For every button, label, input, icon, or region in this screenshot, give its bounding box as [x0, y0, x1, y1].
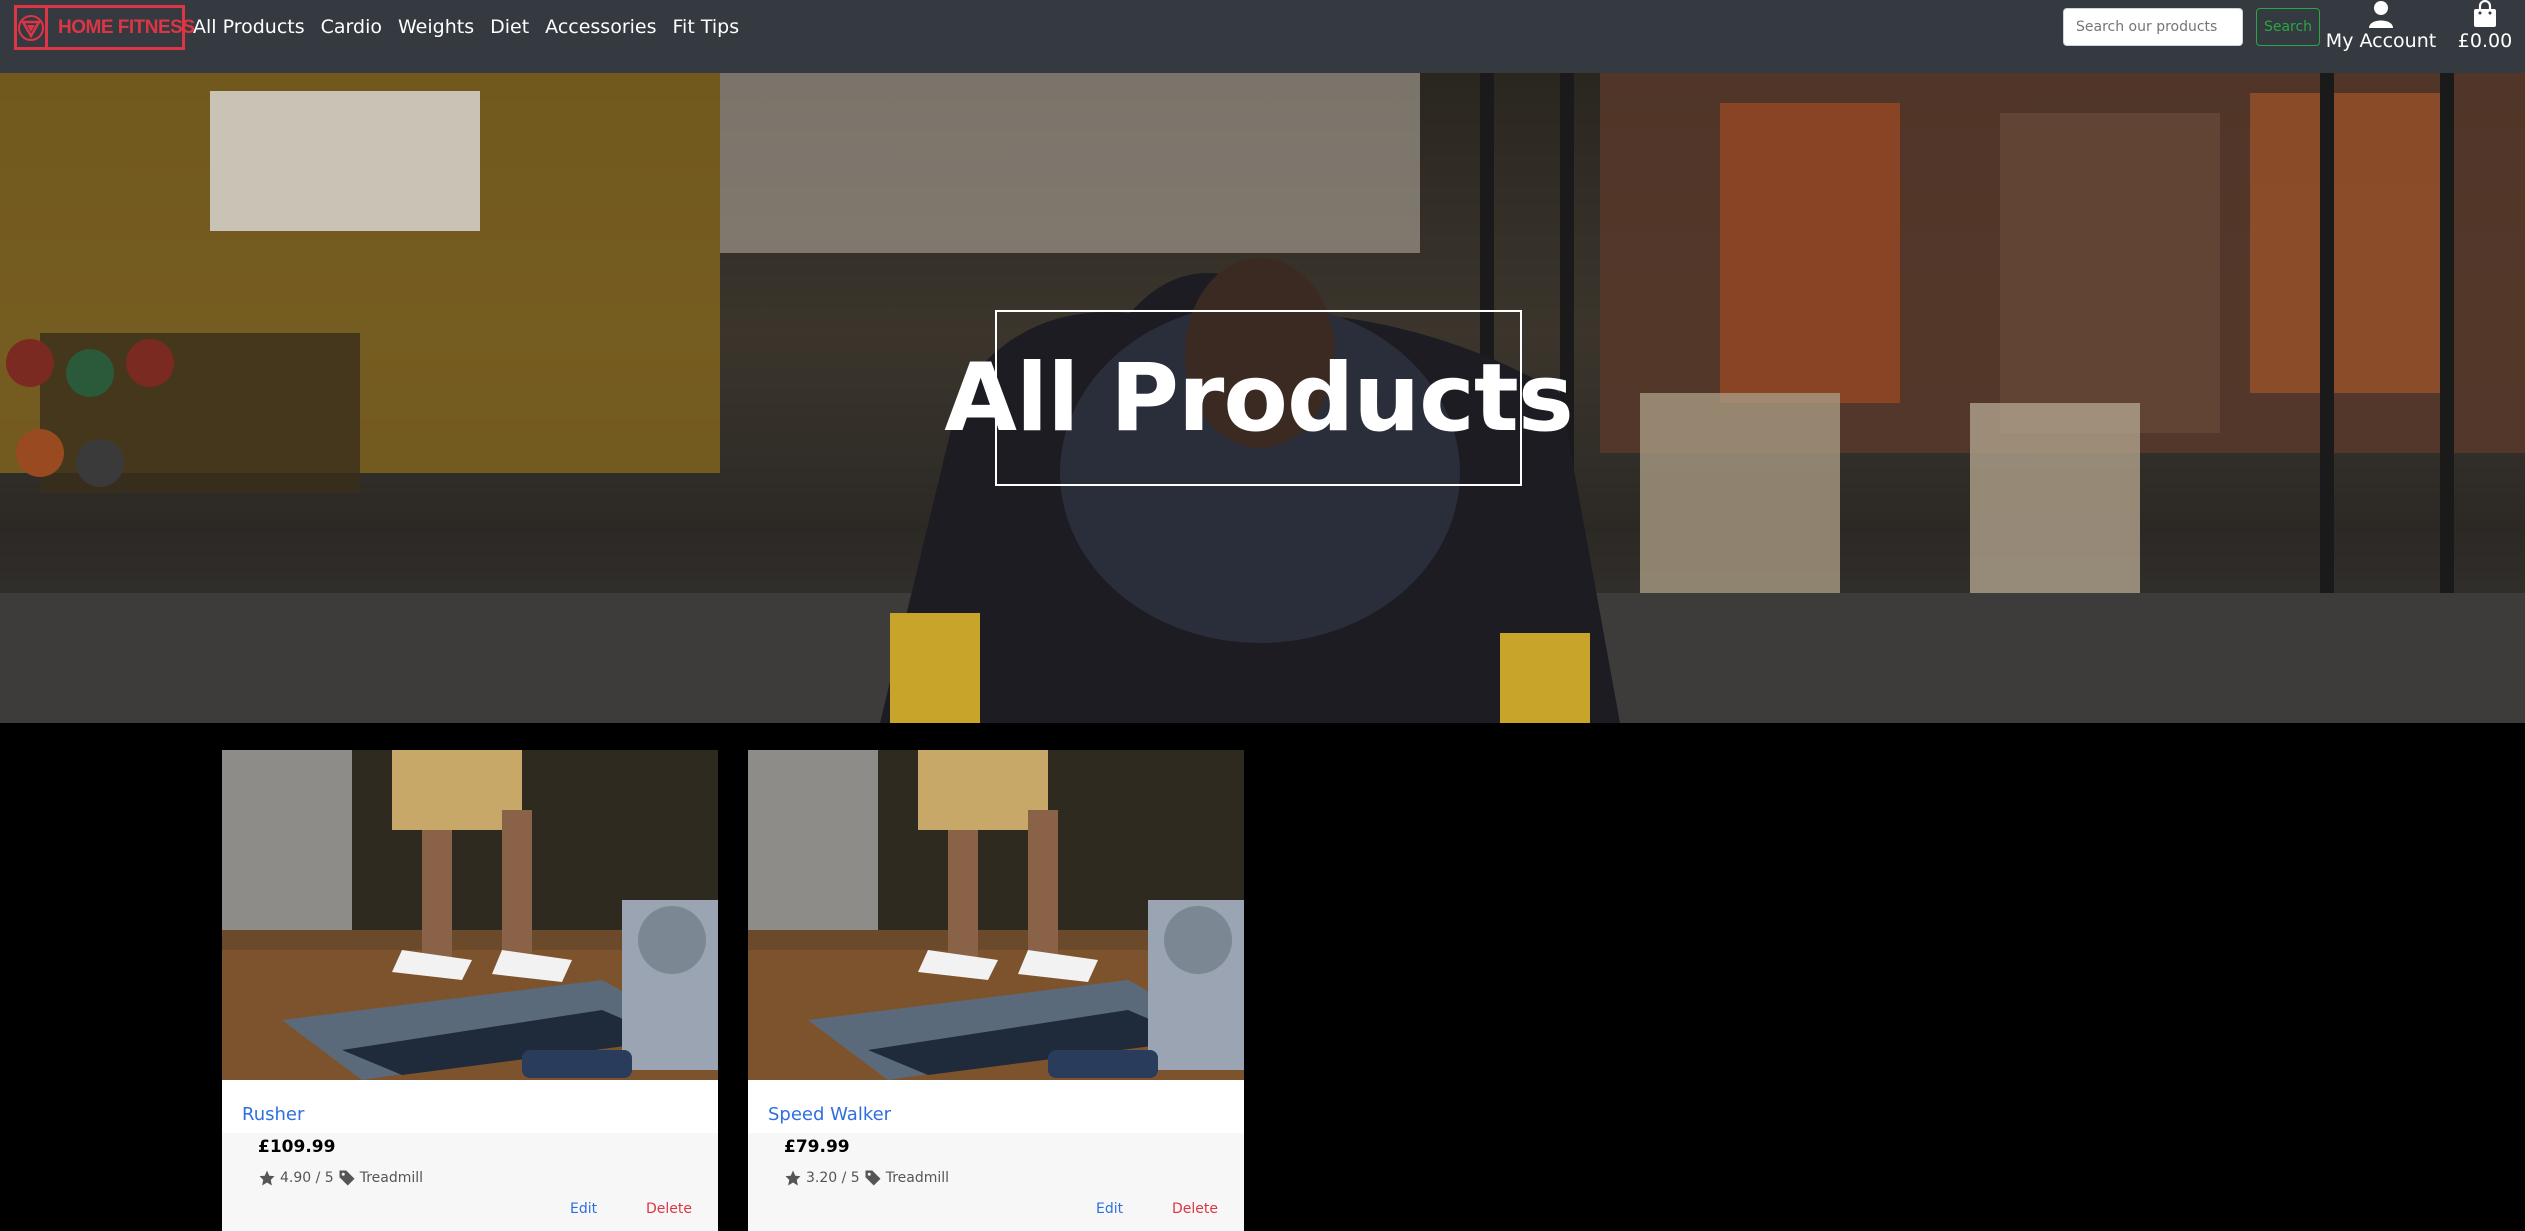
- product-price: £109.99: [258, 1137, 336, 1157]
- edit-product-link[interactable]: Edit: [1096, 1201, 1123, 1217]
- product-name-link[interactable]: Speed Walker: [768, 1104, 891, 1125]
- product-price: £79.99: [784, 1137, 850, 1157]
- shopping-bag-link[interactable]: £0.00: [2455, 0, 2515, 60]
- nav-accessories[interactable]: Accessories: [545, 16, 656, 38]
- my-account-label: My Account: [2325, 30, 2437, 52]
- nav-cardio[interactable]: Cardio: [321, 16, 382, 38]
- product-image[interactable]: [222, 750, 718, 1080]
- tag-icon: [865, 1170, 881, 1186]
- main-nav: All Products Cardio Weights Diet Accesso…: [193, 16, 755, 38]
- nav-fit-tips[interactable]: Fit Tips: [673, 16, 740, 38]
- product-meta: 3.20 / 5 Treadmill: [784, 1169, 953, 1187]
- product-category-link[interactable]: Treadmill: [360, 1170, 423, 1186]
- search-input[interactable]: [2063, 8, 2243, 46]
- product-image[interactable]: [748, 750, 1244, 1080]
- product-card: Speed Walker £79.99 3.20 / 5 Treadmill E…: [748, 750, 1244, 1231]
- product-card-body: Speed Walker: [748, 1080, 1244, 1133]
- product-card-body: Rusher: [222, 1080, 718, 1133]
- edit-product-link[interactable]: Edit: [570, 1201, 597, 1217]
- page-title: All Products: [944, 343, 1574, 453]
- product-card-footer: £79.99 3.20 / 5 Treadmill Edit Delete: [748, 1133, 1244, 1231]
- search-button[interactable]: Search: [2256, 8, 2320, 46]
- bag-total: £0.00: [2457, 30, 2513, 52]
- delete-product-link[interactable]: Delete: [646, 1201, 692, 1217]
- product-card-footer: £109.99 4.90 / 5 Treadmill Edit Delete: [222, 1133, 718, 1231]
- brand-logo-link[interactable]: HOME FITNESS: [14, 5, 195, 50]
- hero-banner: All Products: [0, 73, 2525, 723]
- product-name-link[interactable]: Rusher: [242, 1104, 304, 1125]
- product-meta: 4.90 / 5 Treadmill: [258, 1169, 427, 1187]
- star-icon: [785, 1170, 801, 1186]
- hero-title-frame: All Products: [944, 310, 1574, 486]
- user-icon: [2369, 1, 2393, 28]
- nav-weights[interactable]: Weights: [398, 16, 474, 38]
- shopping-bag-icon: [2474, 0, 2496, 27]
- product-rating: 4.90 / 5: [280, 1170, 334, 1186]
- navbar: HOME FITNESS All Products Cardio Weights…: [0, 0, 2525, 73]
- tag-icon: [339, 1170, 355, 1186]
- brand-name: HOME FITNESS: [58, 16, 195, 38]
- star-icon: [259, 1170, 275, 1186]
- delete-product-link[interactable]: Delete: [1172, 1201, 1218, 1217]
- my-account-link[interactable]: My Account: [2326, 0, 2436, 60]
- product-card: Rusher £109.99 4.90 / 5 Treadmill Edit D…: [222, 750, 718, 1231]
- nav-all-products[interactable]: All Products: [193, 16, 305, 38]
- product-rating: 3.20 / 5: [806, 1170, 860, 1186]
- nav-diet[interactable]: Diet: [490, 16, 529, 38]
- brand-emblem-icon: [17, 8, 48, 47]
- product-category-link[interactable]: Treadmill: [886, 1170, 949, 1186]
